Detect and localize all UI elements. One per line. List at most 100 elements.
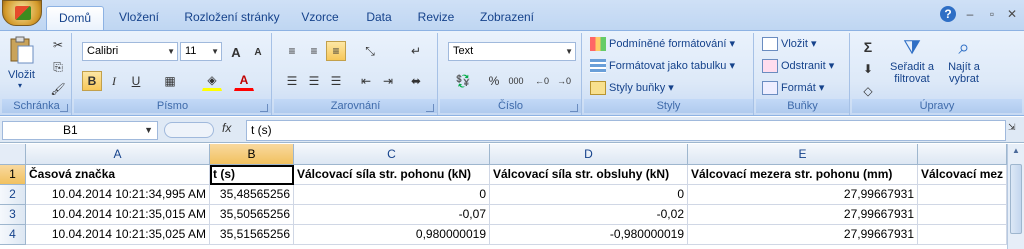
copy-icon[interactable]: ⎘ — [48, 57, 68, 77]
cell-c1[interactable]: Válcovací síla str. pohonu (kN) — [294, 165, 490, 185]
align-center-icon[interactable]: ☰ — [304, 71, 324, 91]
cell-c3[interactable]: -0,07 — [294, 205, 490, 225]
font-launcher-icon[interactable] — [260, 104, 268, 112]
wrap-text-icon[interactable]: ↵ — [406, 41, 426, 61]
formula-input[interactable]: t (s) — [246, 120, 1006, 141]
tab-page-layout[interactable]: Rozložení stránky — [180, 6, 284, 30]
cell-f4[interactable] — [918, 225, 1007, 245]
underline-button[interactable]: U — [126, 71, 146, 91]
column-header-a[interactable]: A — [26, 144, 210, 165]
help-icon[interactable]: ? — [940, 6, 956, 22]
clipboard-launcher-icon[interactable] — [60, 104, 68, 112]
cell-styles-button[interactable]: Styly buňky ▾ — [590, 81, 674, 96]
tab-home[interactable]: Domů — [46, 6, 104, 30]
office-button[interactable] — [2, 0, 42, 26]
scroll-up-icon[interactable]: ▲ — [1010, 146, 1022, 160]
increase-indent-icon[interactable]: ⇥ — [378, 71, 398, 91]
insert-cells-button[interactable]: Vložit ▾ — [762, 37, 816, 52]
cell-e2[interactable]: 27,99667931 — [688, 185, 918, 205]
vertical-scrollbar[interactable]: ▲ — [1007, 144, 1024, 249]
tab-insert[interactable]: Vložení — [112, 6, 166, 30]
percent-button[interactable]: % — [484, 71, 504, 91]
row-header-1[interactable]: 1 — [0, 165, 26, 185]
accounting-format-icon[interactable]: 💱 — [448, 71, 478, 91]
column-header-e[interactable]: E — [688, 144, 918, 165]
restore-icon[interactable]: ▫ — [984, 6, 1000, 22]
paste-button[interactable]: Vložit ▾ — [8, 35, 40, 90]
column-header-c[interactable]: C — [294, 144, 490, 165]
borders-icon[interactable]: ▦ — [160, 71, 180, 91]
cell-c2[interactable]: 0 — [294, 185, 490, 205]
fill-color-icon[interactable]: ◈ — [202, 71, 222, 91]
close-icon[interactable]: ✕ — [1004, 6, 1020, 22]
cell-b1[interactable]: t (s) — [210, 165, 294, 185]
cell-a1[interactable]: Časová značka — [26, 165, 210, 185]
comma-button[interactable]: 000 — [504, 71, 528, 91]
row-header-3[interactable]: 3 — [0, 205, 26, 225]
cell-f2[interactable] — [918, 185, 1007, 205]
orientation-icon[interactable]: ⤡ — [360, 41, 380, 61]
cell-e3[interactable]: 27,99667931 — [688, 205, 918, 225]
align-left-icon[interactable]: ☰ — [282, 71, 302, 91]
name-box[interactable]: B1 ▼ — [2, 121, 158, 140]
increase-decimal-icon[interactable]: ←0 — [532, 71, 552, 91]
cell-b3[interactable]: 35,50565256 — [210, 205, 294, 225]
cell-f1[interactable]: Válcovací mez — [918, 165, 1007, 185]
tab-data[interactable]: Data — [358, 6, 400, 30]
find-select-button[interactable]: ⌕ Najít a vybrat — [942, 35, 986, 85]
bold-button[interactable]: B — [82, 71, 102, 91]
cut-icon[interactable]: ✂ — [48, 35, 68, 55]
align-top-icon[interactable]: ≡ — [282, 41, 302, 61]
column-header-f[interactable] — [918, 144, 1007, 165]
align-bottom-icon[interactable]: ≡ — [326, 41, 346, 61]
cell-d4[interactable]: -0,980000019 — [490, 225, 688, 245]
cell-e4[interactable]: 27,99667931 — [688, 225, 918, 245]
format-as-table-button[interactable]: Formátovat jako tabulku ▾ — [590, 59, 735, 74]
row-header-2[interactable]: 2 — [0, 185, 26, 205]
format-cells-button[interactable]: Formát ▾ — [762, 81, 824, 96]
italic-button[interactable]: I — [104, 71, 124, 91]
cell-d3[interactable]: -0,02 — [490, 205, 688, 225]
insert-function-icon[interactable]: fx — [222, 121, 231, 135]
format-painter-icon[interactable]: 🖌 — [48, 79, 68, 99]
sort-filter-button[interactable]: ⧩ Seřadit a filtrovat — [890, 35, 934, 85]
tab-view[interactable]: Zobrazení — [474, 6, 540, 30]
cell-a4[interactable]: 10.04.2014 10:21:35,025 AM — [26, 225, 210, 245]
cell-d1[interactable]: Válcovací síla str. obsluhy (kN) — [490, 165, 688, 185]
tab-formulas[interactable]: Vzorce — [296, 6, 344, 30]
merge-center-icon[interactable]: ⬌ — [406, 71, 426, 91]
delete-cells-button[interactable]: Odstranit ▾ — [762, 59, 834, 74]
grow-font-button[interactable]: A — [226, 42, 246, 62]
conditional-formatting-button[interactable]: Podmíněné formátování ▾ — [590, 37, 735, 52]
font-color-button[interactable]: A — [234, 71, 254, 91]
formula-bar-splitter[interactable] — [164, 122, 214, 138]
column-header-d[interactable]: D — [490, 144, 688, 165]
number-launcher-icon[interactable] — [570, 104, 578, 112]
align-right-icon[interactable]: ☰ — [326, 71, 346, 91]
shrink-font-button[interactable]: A — [248, 42, 268, 62]
row-header-4[interactable]: 4 — [0, 225, 26, 245]
decrease-decimal-icon[interactable]: →0 — [554, 71, 574, 91]
expand-formula-bar-icon[interactable]: ⇲ — [1008, 122, 1016, 133]
cell-b2[interactable]: 35,48565256 — [210, 185, 294, 205]
align-middle-icon[interactable]: ≡ — [304, 41, 324, 61]
minimize-icon[interactable]: – — [962, 6, 978, 22]
cell-d2[interactable]: 0 — [490, 185, 688, 205]
cell-f3[interactable] — [918, 205, 1007, 225]
autosum-button[interactable]: Σ — [858, 37, 878, 57]
scroll-thumb[interactable] — [1010, 164, 1022, 234]
clear-icon[interactable]: ◇ — [858, 81, 878, 101]
cell-c4[interactable]: 0,980000019 — [294, 225, 490, 245]
cell-a2[interactable]: 10.04.2014 10:21:34,995 AM — [26, 185, 210, 205]
cell-e1[interactable]: Válcovací mezera str. pohonu (mm) — [688, 165, 918, 185]
tab-review[interactable]: Revize — [412, 6, 460, 30]
alignment-launcher-icon[interactable] — [426, 104, 434, 112]
decrease-indent-icon[interactable]: ⇤ — [356, 71, 376, 91]
font-size-combo[interactable]: 11 ▼ — [180, 42, 222, 61]
font-name-combo[interactable]: Calibri ▼ — [82, 42, 178, 61]
select-all-corner[interactable] — [0, 144, 26, 165]
number-format-combo[interactable]: Text ▼ — [448, 42, 576, 61]
column-header-b[interactable]: B — [210, 144, 294, 165]
cell-a3[interactable]: 10.04.2014 10:21:35,015 AM — [26, 205, 210, 225]
fill-icon[interactable]: ⬇ — [858, 59, 878, 79]
